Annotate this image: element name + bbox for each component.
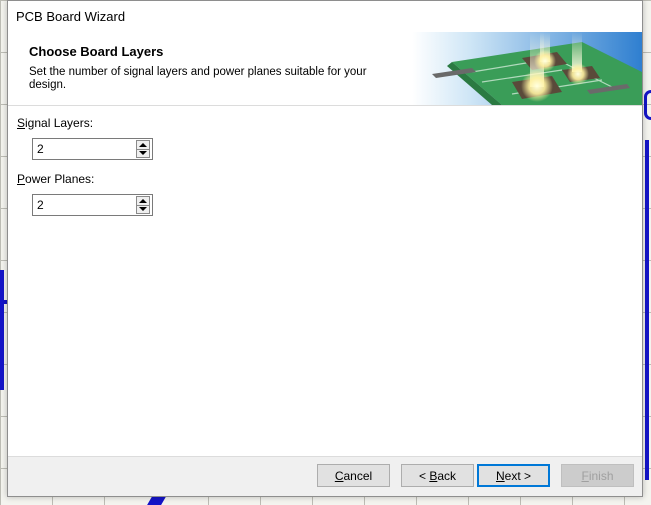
- signal-layers-label: Signal Layers:: [17, 116, 93, 130]
- power-planes-decrement-button[interactable]: [136, 205, 150, 214]
- signal-layers-increment-button[interactable]: [136, 140, 150, 150]
- pcb-board-wizard-dialog: PCB Board Wizard Choose Board Layers Set…: [7, 0, 643, 497]
- back-button[interactable]: < Back: [401, 464, 474, 487]
- window-title: PCB Board Wizard: [16, 9, 126, 24]
- signal-layers-label-text: ignal Layers:: [25, 116, 94, 130]
- power-planes-label: Power Planes:: [17, 172, 94, 186]
- background-trace: [644, 90, 651, 120]
- signal-layers-decrement-button[interactable]: [136, 149, 150, 158]
- finish-label: inish: [588, 468, 614, 483]
- back-label: ack: [437, 468, 457, 483]
- wizard-footer: Cancel < Back Next > Finish: [8, 456, 642, 496]
- back-prefix: <: [418, 468, 430, 483]
- power-planes-increment-button[interactable]: [136, 196, 150, 206]
- signal-layers-accel: S: [17, 116, 26, 130]
- power-planes-label-text: ower Planes:: [25, 172, 95, 186]
- page-title: Choose Board Layers: [29, 44, 164, 59]
- next-label: ext >: [504, 468, 532, 483]
- finish-button[interactable]: Finish: [561, 464, 634, 487]
- title-bar[interactable]: PCB Board Wizard: [8, 1, 642, 32]
- down-triangle-icon: [139, 207, 147, 212]
- power-planes-spin-buttons: [136, 196, 150, 214]
- next-button[interactable]: Next >: [477, 464, 550, 487]
- wizard-body: Signal Layers: 2 Power Planes: 2: [8, 106, 642, 459]
- cancel-accel: C: [334, 468, 344, 483]
- signal-layers-spin-buttons: [136, 140, 150, 158]
- finish-accel: F: [581, 468, 589, 483]
- signal-layers-stepper[interactable]: 2: [32, 138, 153, 160]
- up-triangle-icon: [139, 198, 147, 203]
- next-accel: N: [495, 468, 505, 483]
- background-trace: [645, 140, 649, 480]
- cancel-label: ancel: [343, 468, 373, 483]
- down-triangle-icon: [139, 151, 147, 156]
- pcb-chips-illustration-icon: [412, 32, 642, 105]
- wizard-header: Choose Board Layers Set the number of si…: [8, 32, 642, 105]
- back-accel: B: [429, 468, 438, 483]
- power-planes-accel: P: [17, 172, 26, 186]
- power-planes-stepper[interactable]: 2: [32, 194, 153, 216]
- cancel-button[interactable]: Cancel: [317, 464, 390, 487]
- page-description: Set the number of signal layers and powe…: [29, 66, 367, 91]
- signal-layers-value[interactable]: 2: [33, 142, 136, 156]
- power-planes-value[interactable]: 2: [33, 198, 136, 212]
- background-trace: [0, 270, 4, 390]
- up-triangle-icon: [139, 142, 147, 147]
